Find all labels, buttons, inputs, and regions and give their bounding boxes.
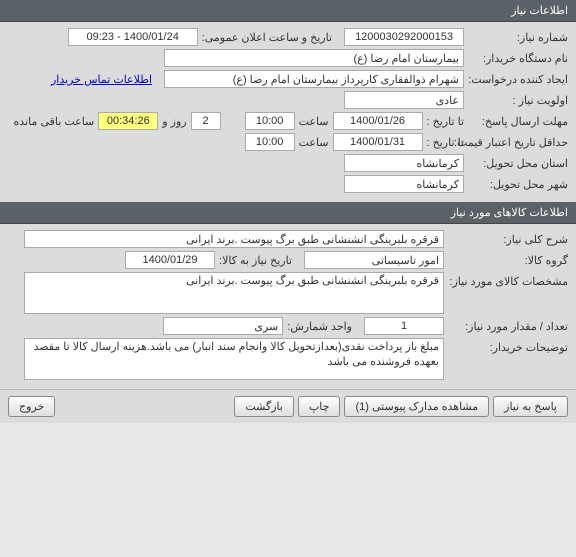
creator-label: ایجاد کننده درخواست: (468, 73, 568, 86)
delivery-province-value: کرمانشاه (344, 154, 464, 172)
exit-button[interactable]: خروج (8, 396, 55, 417)
delivery-province-label: استان محل تحویل: (468, 157, 568, 170)
section2-body: شرح کلی نیاز: قرقره بلبرینگی انشنشانی طب… (0, 224, 576, 389)
row-desc: شرح کلی نیاز: قرقره بلبرینگی انشنشانی طب… (8, 230, 568, 248)
button-bar: پاسخ به نیاز مشاهده مدارک پیوستی (1) چاپ… (0, 389, 576, 423)
row-delivery-province: استان محل تحویل: کرمانشاه (8, 154, 568, 172)
section1-title: اطلاعات نیاز (511, 5, 568, 17)
remaining-label: ساعت باقی مانده (14, 115, 95, 128)
spec-value (24, 272, 444, 314)
row-delivery-city: شهر محل تحویل: کرمانشاه (8, 175, 568, 193)
validity-label: حداقل تاریخ اعتبار قیمت: (468, 136, 568, 149)
unit-label: واحد شمارش: (287, 320, 352, 333)
validity-time-value: 10:00 (245, 133, 295, 151)
attachments-button[interactable]: مشاهده مدارک پیوستی (1) (344, 396, 489, 417)
row-spec: مشخصات کالای مورد نیاز: (8, 272, 568, 314)
creator-value: شهرام ذوالفقاری کارپرداز بیمارستان امام … (164, 70, 464, 88)
delivery-city-label: شهر محل تحویل: (468, 178, 568, 191)
buyer-label: نام دستگاه خریدار: (468, 52, 568, 65)
section2-title: اطلاعات کالاهای مورد نیاز (451, 207, 568, 219)
reply-button[interactable]: پاسخ به نیاز (493, 396, 568, 417)
priority-label: اولویت نیاز : (468, 94, 568, 107)
print-button[interactable]: چاپ (298, 396, 341, 417)
time-label-1: ساعت (299, 115, 329, 128)
deadline-time-value: 10:00 (245, 112, 295, 130)
delivery-city-value: کرمانشاه (344, 175, 464, 193)
back-button[interactable]: بازگشت (234, 396, 294, 417)
deadline-label: مهلت ارسال پاسخ: (468, 115, 568, 128)
public-announce-value: 1400/01/24 - 09:23 (68, 28, 198, 46)
priority-value: عادی (344, 91, 464, 109)
validity-date-value: 1400/01/31 (333, 133, 423, 151)
days-value: 2 (191, 112, 221, 130)
qty-label: تعداد / مقدار مورد نیاز: (448, 320, 568, 333)
need-number-label: شماره نیاز: (468, 31, 568, 44)
qty-value: 1 (364, 317, 444, 335)
row-qty: تعداد / مقدار مورد نیاز: 1 واحد شمارش: س… (8, 317, 568, 335)
notes-label: توضیحات خریدار: (448, 338, 568, 354)
section1-body: شماره نیاز: 1200030292000153 تاریخ و ساع… (0, 22, 576, 202)
to-date-label: تا تاریخ : (427, 115, 464, 128)
row-group: گروه کالا: امور تاسیساتی تاریخ نیاز به ک… (8, 251, 568, 269)
row-deadline: مهلت ارسال پاسخ: تا تاریخ : 1400/01/26 س… (8, 112, 568, 130)
deadline-date-value: 1400/01/26 (333, 112, 423, 130)
row-buyer: نام دستگاه خریدار: بیمارستان امام رضا (ع… (8, 49, 568, 67)
need-number-value: 1200030292000153 (344, 28, 464, 46)
desc-value: قرقره بلبرینگی انشنشانی طبق برگ پیوست .ب… (24, 230, 444, 248)
group-label: گروه کالا: (448, 254, 568, 267)
row-validity: حداقل تاریخ اعتبار قیمت: تا تاریخ : 1400… (8, 133, 568, 151)
need-date-label: تاریخ نیاز به کالا: (219, 254, 292, 267)
spec-label: مشخصات کالای مورد نیاز: (448, 272, 568, 288)
buyer-value: بیمارستان امام رضا (ع) (164, 49, 464, 67)
section2-header: اطلاعات کالاهای مورد نیاز (0, 202, 576, 224)
public-announce-label: تاریخ و ساعت اعلان عمومی: (202, 31, 332, 44)
days-label: روز و (162, 115, 186, 128)
row-need-number: شماره نیاز: 1200030292000153 تاریخ و ساع… (8, 28, 568, 46)
to-date-label-2: تا تاریخ : (427, 136, 464, 149)
time-label-2: ساعت (299, 136, 329, 149)
desc-label: شرح کلی نیاز: (448, 233, 568, 246)
row-creator: ایجاد کننده درخواست: شهرام ذوالفقاری کار… (8, 70, 568, 88)
section1-header: اطلاعات نیاز (0, 0, 576, 22)
row-notes: توضیحات خریدار: (8, 338, 568, 380)
need-date-value: 1400/01/29 (125, 251, 215, 269)
group-value: امور تاسیساتی (304, 251, 444, 269)
contact-link[interactable]: اطلاعات تماس خریدار (51, 73, 152, 86)
unit-value: سری (163, 317, 283, 335)
countdown-value: 00:34:26 (98, 112, 158, 130)
row-priority: اولویت نیاز : عادی (8, 91, 568, 109)
notes-value (24, 338, 444, 380)
